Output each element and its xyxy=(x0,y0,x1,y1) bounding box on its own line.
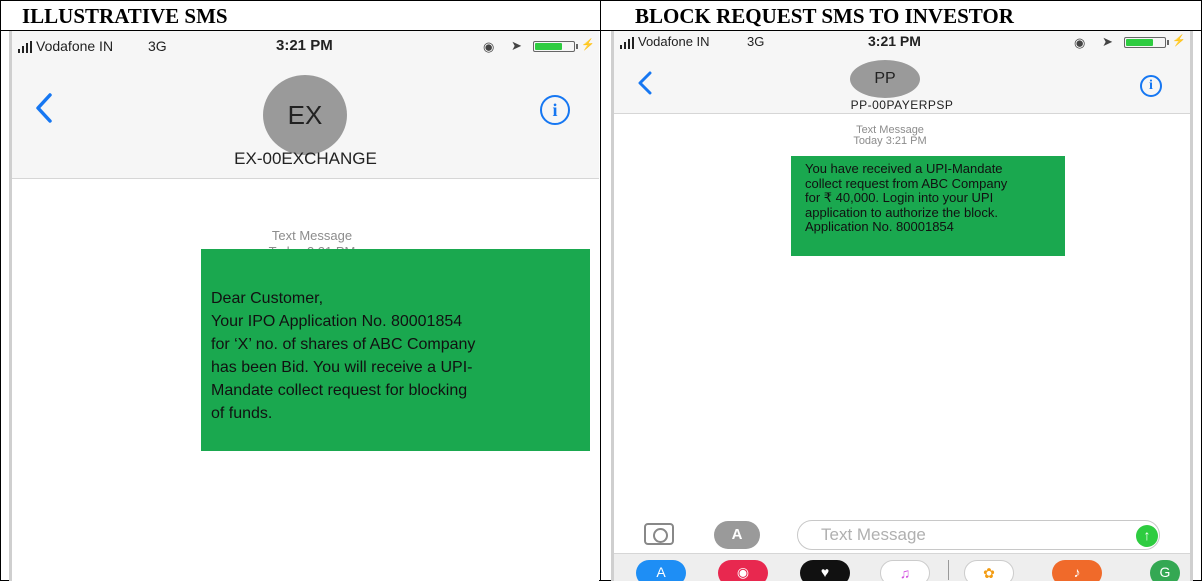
camera-icon[interactable] xyxy=(644,523,674,545)
status-bar: Vodafone IN 3G 3:21 PM ◉ ➤ ⚡ xyxy=(18,37,595,59)
message-line: You have received a UPI-Mandate xyxy=(805,161,1003,176)
back-chevron-icon[interactable] xyxy=(34,93,54,123)
imessage-app-drawer: A ◉ ♥ ♫ ✿ ♪ G xyxy=(614,553,1190,581)
message-type-label: Text Message xyxy=(271,228,353,243)
status-icons: ◉ ➤ ⚡ xyxy=(1074,34,1186,51)
info-icon[interactable]: i xyxy=(1140,75,1162,97)
message-composer: A ↑ xyxy=(614,511,1190,551)
message-line: Your IPO Application No. 80001854 xyxy=(211,313,463,330)
message-line: application to authorize the block. xyxy=(805,204,998,220)
maps-icon[interactable]: G xyxy=(1150,560,1180,581)
message-line: for ₹ 40,000. Login into your UPI xyxy=(805,190,994,205)
right-phone-screenshot: Vodafone IN 3G 3:21 PM ◉ ➤ ⚡ PP PP-00PAY… xyxy=(611,31,1193,581)
back-chevron-icon[interactable] xyxy=(636,71,654,95)
message-bubble[interactable]: You have received a UPI-Mandate collect … xyxy=(791,156,1065,256)
app-store-icon[interactable]: A xyxy=(714,521,760,549)
signal-icon xyxy=(620,37,634,49)
left-column-header: ILLUSTRATIVE SMS xyxy=(22,4,228,28)
message-input[interactable] xyxy=(797,520,1160,550)
status-bar: Vodafone IN 3G 3:21 PM ◉ ➤ ⚡ xyxy=(620,33,1186,55)
charging-icon: ⚡ xyxy=(581,39,595,51)
conversation-header: Vodafone IN 3G 3:21 PM ◉ ➤ ⚡ PP PP-00PAY… xyxy=(614,31,1190,114)
location-icon: ➤ xyxy=(511,38,522,53)
music-icon[interactable]: ♫ xyxy=(880,560,930,581)
app-store-icon[interactable]: A xyxy=(636,560,686,581)
conversation-header: Vodafone IN 3G 3:21 PM ◉ ➤ ⚡ EX EX-00EXC… xyxy=(12,31,599,179)
charging-icon: ⚡ xyxy=(1172,35,1186,47)
lock-rotation-icon: ◉ xyxy=(483,39,495,54)
info-icon[interactable]: i xyxy=(540,95,570,125)
signal-icon xyxy=(18,41,32,53)
column-divider xyxy=(600,0,601,581)
right-column-header: BLOCK REQUEST SMS TO INVESTOR xyxy=(635,4,1014,28)
lock-rotation-icon: ◉ xyxy=(1074,35,1086,50)
garageband-icon[interactable]: ♪ xyxy=(1052,560,1102,581)
battery-icon xyxy=(1124,37,1166,48)
message-line: of funds. xyxy=(211,405,273,422)
network-type: 3G xyxy=(747,34,765,49)
digital-touch-icon[interactable]: ♥ xyxy=(800,560,850,581)
location-icon: ➤ xyxy=(1102,34,1113,49)
contact-name[interactable]: EX-00EXCHANGE xyxy=(12,149,599,169)
carrier-name: Vodafone IN xyxy=(638,34,710,49)
contact-avatar[interactable]: EX xyxy=(263,75,347,155)
images-search-icon[interactable]: ◉ xyxy=(718,560,768,581)
network-type: 3G xyxy=(148,38,167,54)
status-time: 3:21 PM xyxy=(868,33,921,49)
status-time: 3:21 PM xyxy=(276,37,333,54)
contact-name[interactable]: PP-00PAYERPSP xyxy=(614,98,1190,112)
message-line: Dear Customer, xyxy=(211,290,324,307)
message-line: for ‘X’ no. of shares of ABC Company xyxy=(211,336,476,353)
battery-icon xyxy=(533,41,575,52)
send-icon[interactable]: ↑ xyxy=(1136,525,1158,547)
drawer-separator xyxy=(948,560,949,580)
message-line: has been Bid. You will receive a UPI- xyxy=(211,359,473,376)
status-icons: ◉ ➤ ⚡ xyxy=(483,38,595,55)
message-line: Application No. 80001854 xyxy=(805,219,954,234)
photos-icon[interactable]: ✿ xyxy=(964,560,1014,581)
carrier-name: Vodafone IN xyxy=(36,38,114,54)
message-bubble[interactable]: Dear Customer, Your IPO Application No. … xyxy=(201,249,590,451)
contact-avatar[interactable]: PP xyxy=(850,60,920,98)
message-timestamp: Today 3:21 PM xyxy=(853,135,927,147)
left-phone-screenshot: Vodafone IN 3G 3:21 PM ◉ ➤ ⚡ EX EX-00EXC… xyxy=(9,31,599,581)
message-meta: Text Message Today 3:21 PM xyxy=(790,125,990,147)
message-line: Mandate collect request for blocking xyxy=(211,382,468,399)
message-line: collect request from ABC Company xyxy=(805,175,1008,191)
